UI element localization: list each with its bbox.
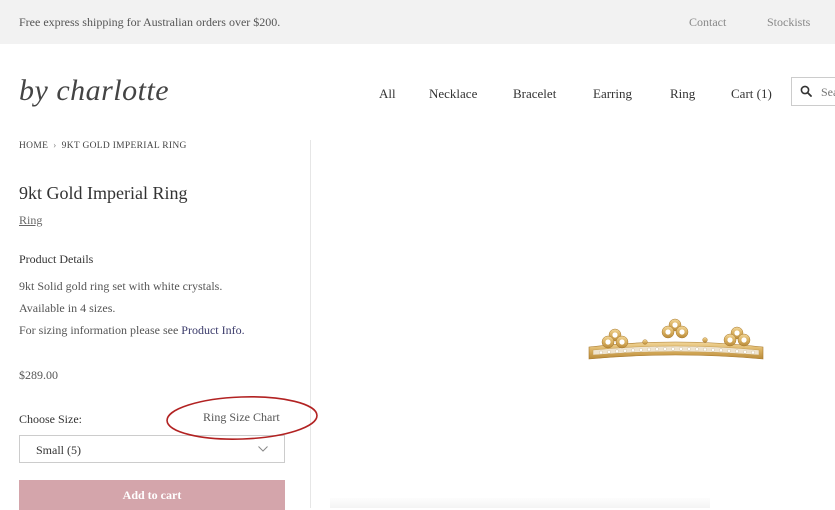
product-category-link[interactable]: Ring [19, 213, 42, 228]
product-title: 9kt Gold Imperial Ring [19, 183, 188, 203]
product-details-text: For sizing information please see [19, 323, 182, 337]
product-price: $289.00 [19, 368, 58, 382]
breadcrumb-separator: › [53, 141, 57, 151]
nav-item-necklace[interactable]: Necklace [429, 86, 477, 102]
size-label: Choose Size: [19, 412, 82, 426]
product-details-heading: Product Details [19, 252, 94, 266]
annotation-circle [166, 396, 318, 440]
nav-item-ring[interactable]: Ring [670, 86, 695, 102]
chevron-down-icon [258, 446, 268, 452]
breadcrumb: HOME › 9KT GOLD IMPERIAL RING [19, 141, 187, 151]
add-to-cart-button[interactable]: Add to cart [19, 480, 285, 510]
breadcrumb-current: 9KT GOLD IMPERIAL RING [61, 141, 187, 151]
search-input[interactable] [821, 85, 835, 100]
search-icon [800, 85, 812, 97]
announcement-bar: Free express shipping for Australian ord… [0, 0, 835, 44]
nav-item-cart[interactable]: Cart (1) [731, 86, 772, 102]
column-divider [310, 140, 311, 508]
search-box[interactable] [791, 77, 835, 106]
shipping-promo: Free express shipping for Australian ord… [19, 15, 281, 29]
site-logo[interactable]: by charlotte [19, 74, 169, 108]
nav-item-bracelet[interactable]: Bracelet [513, 86, 556, 102]
product-info-link[interactable]: Product Info. [181, 323, 244, 337]
breadcrumb-home[interactable]: HOME [19, 141, 48, 151]
stockists-link[interactable]: Stockists [767, 15, 810, 30]
size-select-value: Small (5) [36, 443, 81, 457]
contact-link[interactable]: Contact [689, 15, 726, 30]
product-details-line: 9kt Solid gold ring set with white cryst… [19, 279, 223, 293]
product-details-line: Available in 4 sizes. [19, 301, 116, 315]
nav-item-earring[interactable]: Earring [593, 86, 632, 102]
image-shadow [330, 498, 710, 508]
product-details-line: For sizing information please see Produc… [19, 323, 245, 338]
product-image[interactable] [575, 315, 775, 375]
nav-item-all[interactable]: All [379, 86, 396, 102]
